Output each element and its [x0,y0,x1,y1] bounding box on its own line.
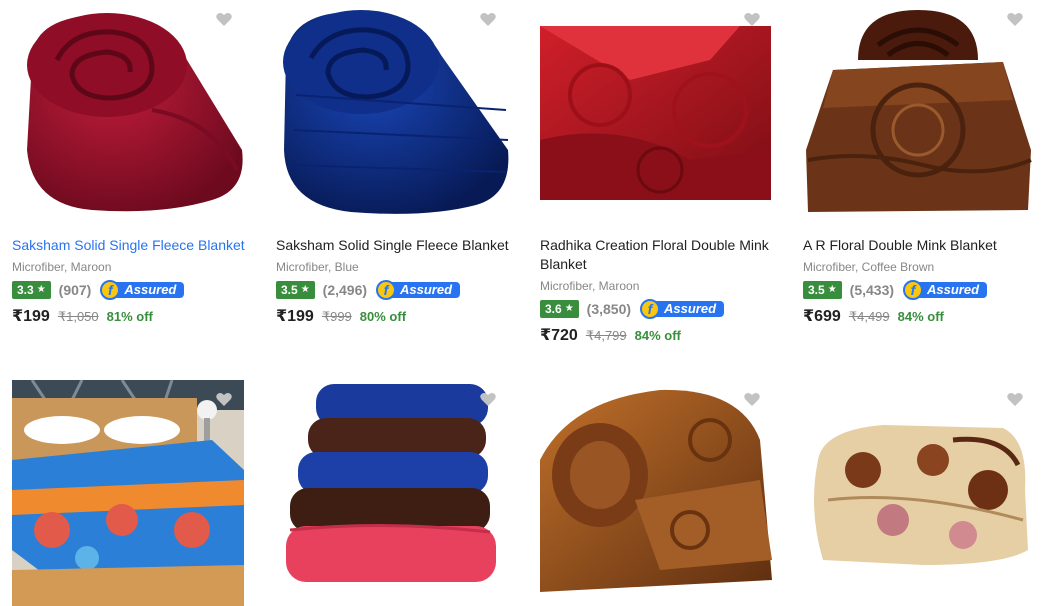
discount-percent: 84% off [634,328,681,343]
product-image[interactable] [540,0,795,218]
product-subtitle: Microfiber, Maroon [12,260,112,274]
product-image[interactable] [276,0,531,218]
product-image[interactable] [540,380,795,606]
floral-mink-blanket-folded-image [814,425,1028,565]
rating-value: 3.5 [281,283,298,297]
star-icon: ★ [300,284,310,295]
red-mink-blanket-image [540,26,771,200]
product-subtitle: Microfiber, Coffee Brown [803,260,935,274]
assured-badge: f Assured [903,280,988,300]
product-card[interactable] [276,380,531,606]
rating-badge: 3.5 ★ [803,281,842,299]
selling-price: ₹199 [276,308,314,325]
original-price: ₹999 [321,309,352,324]
product-card[interactable] [540,380,795,606]
product-title[interactable]: Radhika Creation Floral Double Mink Blan… [540,236,795,274]
star-icon: ★ [564,303,574,314]
selling-price: ₹199 [12,308,50,325]
discount-percent: 84% off [897,309,944,324]
review-count: (907) [58,282,92,298]
product-card[interactable] [803,380,1045,606]
review-count: (2,496) [322,282,368,298]
selling-price: ₹699 [803,308,841,325]
wishlist-heart-icon[interactable] [1007,12,1023,28]
assured-label: Assured [654,301,725,317]
product-card[interactable]: Saksham Solid Single Fleece Blanket Micr… [12,0,267,326]
wishlist-heart-icon[interactable] [744,12,760,28]
star-icon: ★ [827,284,837,295]
rating-value: 3.5 [808,283,825,297]
product-card[interactable]: Radhika Creation Floral Double Mink Blan… [540,0,795,345]
rating-badge: 3.3 ★ [12,281,51,299]
assured-label: Assured [917,282,988,298]
product-image[interactable] [12,0,267,218]
product-title[interactable]: Saksham Solid Single Fleece Blanket [12,236,267,255]
blue-fleece-blanket-image [283,10,509,214]
selling-price: ₹720 [540,327,578,344]
assured-badge: f Assured [376,280,461,300]
product-card[interactable]: A R Floral Double Mink Blanket Microfibe… [803,0,1045,326]
wishlist-heart-icon[interactable] [480,392,496,408]
stacked-fleece-blankets-image [286,384,496,582]
product-image[interactable] [803,0,1045,218]
product-card[interactable] [12,380,267,606]
original-price: ₹4,499 [848,309,890,324]
product-image[interactable] [276,380,531,606]
floral-bedsheet-image [12,380,244,606]
rating-value: 3.6 [545,302,562,316]
assured-f-icon: f [903,280,924,300]
assured-label: Assured [390,282,461,298]
assured-label: Assured [114,282,185,298]
product-subtitle: Microfiber, Maroon [540,279,640,293]
assured-f-icon: f [376,280,397,300]
rating-badge: 3.6 ★ [540,300,579,318]
product-image[interactable] [12,380,267,606]
product-card[interactable]: Saksham Solid Single Fleece Blanket Micr… [276,0,531,326]
discount-percent: 81% off [106,309,153,324]
star-icon: ★ [36,284,46,295]
original-price: ₹1,050 [57,309,99,324]
product-subtitle: Microfiber, Blue [276,260,359,274]
product-title[interactable]: A R Floral Double Mink Blanket [803,236,1045,255]
brown-rolled-mink-blanket-image [540,389,772,592]
discount-percent: 80% off [359,309,407,324]
wishlist-heart-icon[interactable] [216,12,232,28]
assured-badge: f Assured [640,299,725,319]
product-image[interactable] [803,380,1045,606]
wishlist-heart-icon[interactable] [480,12,496,28]
wishlist-heart-icon[interactable] [1007,392,1023,408]
original-price: ₹4,799 [585,328,627,343]
brown-mink-blanket-bed-image [806,10,1032,212]
wishlist-heart-icon[interactable] [744,392,760,408]
review-count: (5,433) [849,282,895,298]
assured-f-icon: f [640,299,661,319]
maroon-fleece-blanket-image [27,13,243,212]
review-count: (3,850) [586,301,632,317]
rating-badge: 3.5 ★ [276,281,315,299]
rating-value: 3.3 [17,283,34,297]
assured-badge: f Assured [100,280,185,300]
product-title[interactable]: Saksham Solid Single Fleece Blanket [276,236,531,255]
wishlist-heart-icon[interactable] [216,392,232,408]
